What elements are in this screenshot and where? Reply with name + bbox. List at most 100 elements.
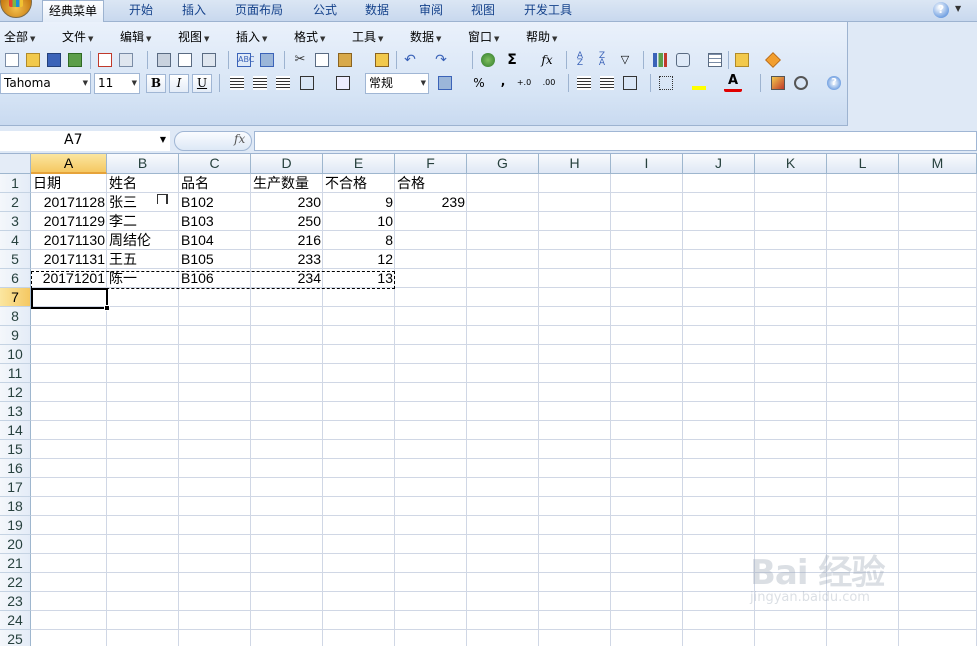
pdf-icon[interactable] — [96, 51, 114, 69]
cell-c4[interactable]: B104 — [179, 231, 251, 250]
cell-e3[interactable]: 10 — [323, 212, 395, 231]
tab-page-layout[interactable]: 页面布局 — [229, 0, 289, 22]
tab-data[interactable]: 数据 — [359, 0, 395, 22]
permission-icon[interactable] — [66, 51, 84, 69]
name-box[interactable]: A7 ▼ — [0, 131, 170, 151]
row-header-1[interactable]: 1 — [0, 174, 31, 193]
row-header-12[interactable]: 12 — [0, 383, 31, 402]
picture-icon[interactable] — [769, 74, 787, 92]
cell-b2[interactable]: 张三 — [107, 193, 179, 212]
column-header-c[interactable]: C — [179, 154, 251, 174]
fill-handle[interactable] — [104, 305, 110, 311]
row-header-20[interactable]: 20 — [0, 535, 31, 554]
gridlines-icon[interactable] — [706, 51, 724, 69]
row-header-4[interactable]: 4 — [0, 231, 31, 250]
column-header-j[interactable]: J — [683, 154, 755, 174]
cell-b5[interactable]: 王五 — [107, 250, 179, 269]
cell-b3[interactable]: 李二 — [107, 212, 179, 231]
autosum-icon[interactable]: Σ — [503, 51, 521, 69]
cell-a5[interactable]: 20171131 — [31, 250, 107, 269]
align-right-icon[interactable] — [274, 74, 292, 92]
align-left-icon[interactable] — [228, 74, 246, 92]
comma-style-button[interactable]: , — [494, 74, 512, 92]
cell-a1[interactable]: 日期 — [31, 174, 107, 193]
increase-indent-icon[interactable] — [598, 74, 616, 92]
borders-icon[interactable] — [657, 74, 675, 92]
menu-help[interactable]: 帮助 ▼ — [526, 29, 557, 45]
cell-e4[interactable]: 8 — [323, 231, 395, 250]
column-header-k[interactable]: K — [755, 154, 827, 174]
zoom-icon[interactable] — [792, 74, 810, 92]
spelling-icon[interactable]: ABC — [235, 51, 254, 69]
menu-format[interactable]: 格式 ▼ — [294, 29, 325, 45]
fill-color-icon[interactable] — [690, 74, 708, 92]
column-header-l[interactable]: L — [827, 154, 899, 174]
macro-icon[interactable] — [764, 51, 782, 69]
tab-review[interactable]: 审阅 — [413, 0, 449, 22]
cell-styles-icon[interactable] — [621, 74, 639, 92]
copy-icon[interactable] — [313, 51, 331, 69]
cell-b4[interactable]: 周结伦 — [107, 231, 179, 250]
column-header-g[interactable]: G — [467, 154, 539, 174]
row-header-22[interactable]: 22 — [0, 573, 31, 592]
font-size-select[interactable]: 11 ▼ — [94, 73, 140, 94]
menu-file[interactable]: 文件 ▼ — [62, 29, 93, 45]
help-button-icon[interactable]: ? — [825, 74, 843, 92]
filter-icon[interactable]: ▽ — [616, 51, 634, 69]
column-header-m[interactable]: M — [899, 154, 977, 174]
tab-classic-menu[interactable]: 经典菜单 — [42, 0, 105, 23]
tab-home[interactable]: 开始 — [123, 0, 159, 22]
paste-icon[interactable] — [336, 51, 354, 69]
row-header-13[interactable]: 13 — [0, 402, 31, 421]
chevron-down-icon[interactable]: ▼ — [160, 131, 166, 149]
redo-icon[interactable]: ↷ — [432, 51, 450, 69]
print-icon[interactable] — [155, 51, 173, 69]
menu-view[interactable]: 视图 ▼ — [178, 29, 209, 45]
column-header-b[interactable]: B — [107, 154, 179, 174]
row-header-21[interactable]: 21 — [0, 554, 31, 573]
ribbon-minimize-icon[interactable]: ▼ — [955, 4, 961, 13]
number-format-select[interactable]: 常规 ▼ — [365, 73, 429, 94]
row-header-7[interactable]: 7 — [0, 288, 31, 307]
column-header-d[interactable]: D — [251, 154, 323, 174]
shapes-icon[interactable] — [674, 51, 692, 69]
wrap-text-icon[interactable] — [334, 74, 352, 92]
cell-c1[interactable]: 品名 — [179, 174, 251, 193]
cell-c3[interactable]: B103 — [179, 212, 251, 231]
chart-icon[interactable] — [651, 51, 669, 69]
tab-developer[interactable]: 开发工具 — [518, 0, 578, 22]
active-cell-cursor[interactable] — [31, 288, 110, 311]
tab-view[interactable]: 视图 — [465, 0, 501, 22]
tab-formulas[interactable]: 公式 — [307, 0, 343, 22]
row-header-11[interactable]: 11 — [0, 364, 31, 383]
format-painter-icon[interactable] — [373, 51, 391, 69]
save-icon[interactable] — [45, 51, 63, 69]
decrease-indent-icon[interactable] — [575, 74, 593, 92]
cell-d5[interactable]: 233 — [251, 250, 323, 269]
cell-d4[interactable]: 216 — [251, 231, 323, 250]
formula-input[interactable] — [254, 131, 977, 151]
open-icon[interactable] — [24, 51, 42, 69]
row-header-5[interactable]: 5 — [0, 250, 31, 269]
increase-decimal-button[interactable]: +.0 — [515, 74, 533, 92]
menu-window[interactable]: 窗口 ▼ — [468, 29, 499, 45]
insert-function-icon[interactable]: fx — [538, 51, 556, 69]
help-icon[interactable]: ? — [933, 2, 949, 18]
cell-a2[interactable]: 20171128 — [31, 193, 107, 212]
cell-e1[interactable]: 不合格 — [323, 174, 395, 193]
cell-e5[interactable]: 12 — [323, 250, 395, 269]
cell-a4[interactable]: 20171130 — [31, 231, 107, 250]
font-color-icon[interactable]: A — [724, 74, 742, 92]
font-name-select[interactable]: Tahoma ▼ — [0, 73, 91, 94]
column-header-i[interactable]: I — [611, 154, 683, 174]
percent-style-button[interactable]: % — [470, 74, 488, 92]
column-header-f[interactable]: F — [395, 154, 467, 174]
cell-d2[interactable]: 230 — [251, 193, 323, 212]
cell-f2[interactable]: 239 — [395, 193, 467, 212]
tab-insert[interactable]: 插入 — [176, 0, 212, 22]
menu-insert[interactable]: 插入 ▼ — [236, 29, 267, 45]
underline-button[interactable]: U — [192, 74, 212, 93]
italic-button[interactable]: I — [169, 74, 189, 93]
row-header-23[interactable]: 23 — [0, 592, 31, 611]
row-header-8[interactable]: 8 — [0, 307, 31, 326]
